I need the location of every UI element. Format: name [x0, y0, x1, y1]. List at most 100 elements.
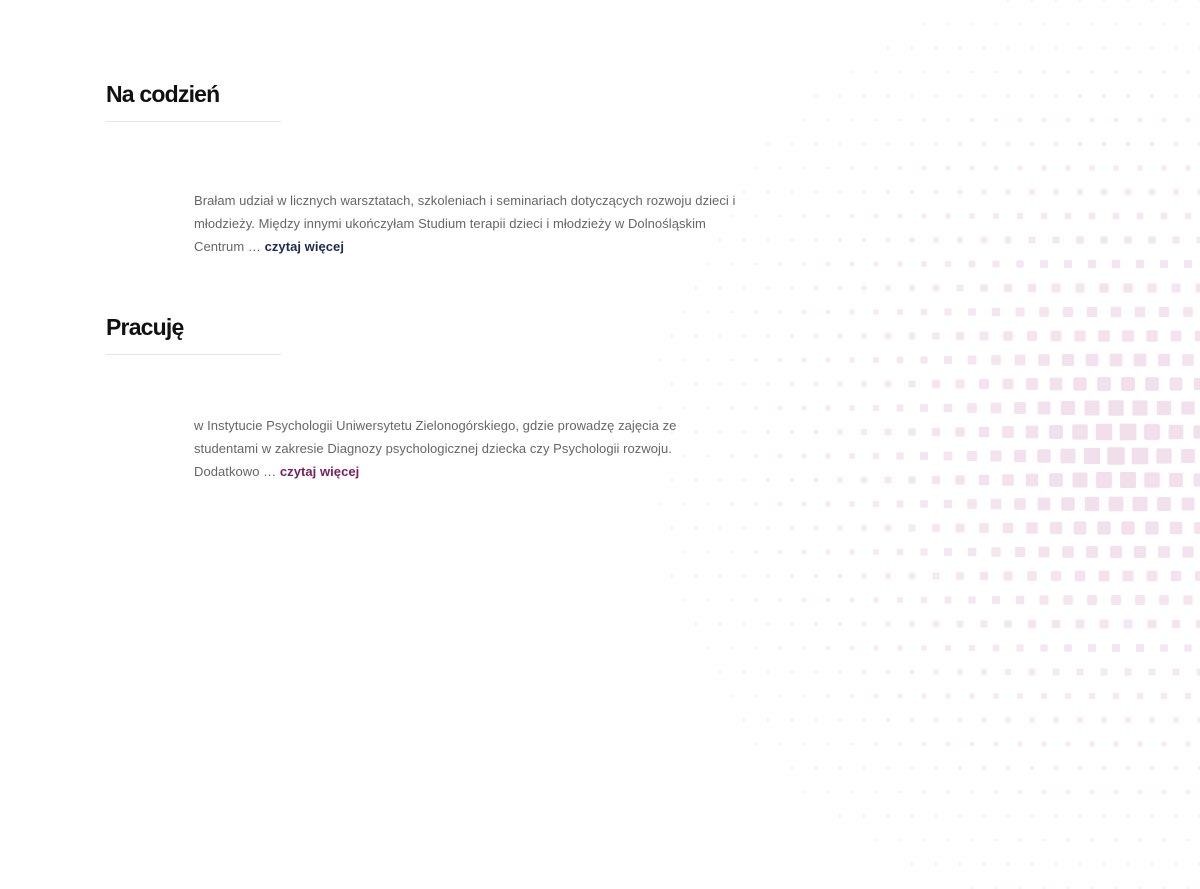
pattern-square [766, 526, 770, 530]
pattern-square [1049, 377, 1063, 391]
pattern-square [1042, 70, 1046, 74]
pattern-square [801, 357, 807, 363]
pattern-square [981, 141, 987, 147]
pattern-square [742, 478, 746, 482]
pattern-square [1030, 46, 1034, 50]
pattern-square [1136, 644, 1144, 652]
pattern-square [706, 358, 710, 362]
pattern-square [814, 190, 818, 194]
pattern-square [922, 118, 926, 122]
pattern-square [1102, 814, 1106, 818]
pattern-square [730, 598, 734, 602]
pattern-square [790, 286, 794, 290]
pattern-square [1083, 447, 1101, 465]
pattern-square [1112, 212, 1120, 220]
pattern-square [706, 646, 710, 650]
pattern-square [908, 524, 916, 532]
pattern-square [1064, 644, 1072, 652]
pattern-square [825, 549, 831, 555]
pattern-square [980, 620, 988, 628]
pattern-square [849, 597, 855, 603]
pattern-square [1173, 765, 1179, 771]
pattern-square [1077, 717, 1083, 723]
pattern-square [766, 574, 770, 578]
pattern-square [1063, 595, 1073, 605]
pattern-square [1182, 546, 1194, 558]
pattern-square [920, 404, 928, 412]
read-more-link[interactable]: czytaj więcej [265, 239, 344, 254]
pattern-square [837, 477, 843, 483]
pattern-square [1064, 692, 1072, 700]
pattern-square [860, 476, 868, 484]
read-more-link[interactable]: czytaj więcej [280, 464, 359, 479]
pattern-square [1018, 22, 1022, 26]
pattern-square [718, 670, 722, 674]
pattern-square [826, 790, 830, 794]
pattern-square [718, 526, 722, 530]
pattern-square [1146, 330, 1158, 342]
pattern-square [777, 501, 783, 507]
pattern-square [910, 94, 914, 98]
pattern-square [910, 862, 914, 866]
pattern-square [1004, 668, 1012, 676]
pattern-square [777, 405, 783, 411]
section-heading: Na codzień [106, 81, 220, 107]
pattern-square [1062, 546, 1074, 558]
pattern-square [908, 332, 916, 340]
pattern-square [1195, 619, 1200, 629]
pattern-square [1168, 472, 1184, 488]
pattern-square [896, 548, 904, 556]
pattern-square [932, 572, 940, 580]
pattern-square [1089, 741, 1095, 747]
pattern-square [1144, 424, 1160, 440]
pattern-square [1181, 449, 1195, 463]
pattern-square [873, 309, 879, 315]
pattern-square [826, 214, 830, 218]
pattern-square [922, 838, 926, 842]
pattern-square [754, 214, 758, 218]
pattern-square [898, 70, 902, 74]
pattern-square [1002, 426, 1014, 438]
pattern-square [778, 262, 782, 266]
pattern-square [790, 622, 794, 626]
pattern-square [790, 238, 794, 242]
pattern-square [706, 310, 710, 314]
pattern-square [884, 524, 892, 532]
pattern-square [1126, 46, 1130, 50]
pattern-square [754, 598, 758, 602]
pattern-square [1027, 571, 1037, 581]
pattern-square [966, 450, 978, 462]
pattern-square [1119, 471, 1137, 489]
pattern-square [1173, 141, 1179, 147]
pattern-square [1150, 0, 1154, 2]
pattern-square [1100, 236, 1108, 244]
pattern-square [896, 452, 904, 460]
pattern-square [1120, 376, 1136, 392]
pattern-square [1186, 70, 1190, 74]
pattern-square [1038, 354, 1050, 366]
pattern-square [850, 118, 854, 122]
pattern-square [957, 717, 963, 723]
pattern-square [1016, 644, 1024, 652]
pattern-square [898, 118, 902, 122]
pattern-square [1018, 838, 1022, 842]
pattern-square [826, 646, 830, 650]
pattern-square [706, 502, 710, 506]
pattern-square [1185, 741, 1191, 747]
pattern-square [838, 766, 842, 770]
pattern-square [814, 142, 818, 146]
pattern-square [778, 550, 782, 554]
pattern-square [1041, 117, 1047, 123]
pattern-square [1161, 165, 1167, 171]
pattern-square [802, 262, 806, 266]
pattern-square [1039, 307, 1049, 317]
pattern-square [1161, 117, 1167, 123]
pattern-square [1085, 545, 1099, 559]
pattern-square [957, 189, 963, 195]
pattern-square [1065, 741, 1071, 747]
pattern-square [886, 766, 890, 770]
pattern-square [955, 427, 965, 437]
pattern-square [1150, 46, 1154, 50]
pattern-square [897, 693, 903, 699]
pattern-square [706, 262, 710, 266]
